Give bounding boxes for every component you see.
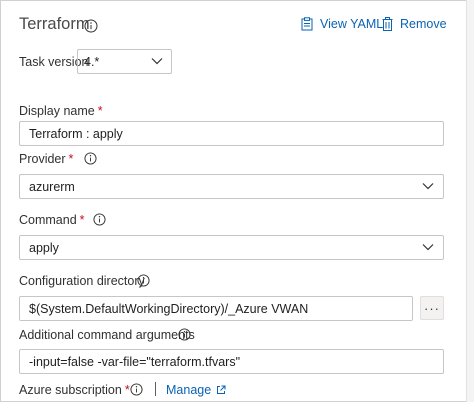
info-icon[interactable] [130,383,143,396]
info-icon[interactable] [93,213,106,226]
config-dir-value: $(System.DefaultWorkingDirectory)/_Azure… [29,301,309,316]
remove-label: Remove [400,17,447,31]
provider-value: azurerm [29,179,75,194]
task-version-value: 4.* [84,54,100,69]
command-label: Command * [19,213,85,227]
trash-icon [382,17,393,31]
required-marker: * [97,104,103,118]
config-dir-input[interactable]: $(System.DefaultWorkingDirectory)/_Azure… [19,296,413,321]
divider [155,382,156,396]
info-icon[interactable] [137,274,150,287]
view-yaml-button[interactable]: View YAML [301,17,383,31]
clipboard-icon [301,17,313,31]
display-name-value: Terraform : apply [29,126,123,141]
task-title: Terraform [19,15,90,33]
remove-button[interactable]: Remove [382,17,447,31]
additional-args-value: -input=false -var-file="terraform.tfvars… [29,354,241,369]
display-name-label: Display name * [19,104,103,118]
task-version-select[interactable]: 4.* [77,49,172,74]
required-marker: * [124,383,130,397]
browse-button[interactable]: ··· [420,296,444,320]
display-name-input[interactable]: Terraform : apply [19,121,444,146]
info-icon[interactable] [84,19,98,33]
provider-select[interactable]: azurerm [19,174,444,199]
view-yaml-label: View YAML [320,17,384,31]
chevron-down-icon [422,244,434,251]
manage-link[interactable]: Manage [166,383,226,397]
info-icon[interactable] [84,152,97,165]
chevron-down-icon [151,58,163,65]
manage-label: Manage [166,383,212,397]
provider-label: Provider * [19,152,74,166]
scrollbar[interactable] [466,0,474,402]
required-marker: * [68,152,74,166]
info-icon[interactable] [178,328,191,341]
command-value: apply [29,240,59,255]
command-select[interactable]: apply [19,235,444,260]
azure-subscription-label: Azure subscription * [19,383,130,397]
additional-args-label: Additional command arguments [19,328,195,342]
required-marker: * [79,213,85,227]
additional-args-input[interactable]: -input=false -var-file="terraform.tfvars… [19,349,444,374]
chevron-down-icon [422,183,434,190]
external-link-icon [217,385,226,394]
config-dir-label: Configuration directory [19,274,145,288]
